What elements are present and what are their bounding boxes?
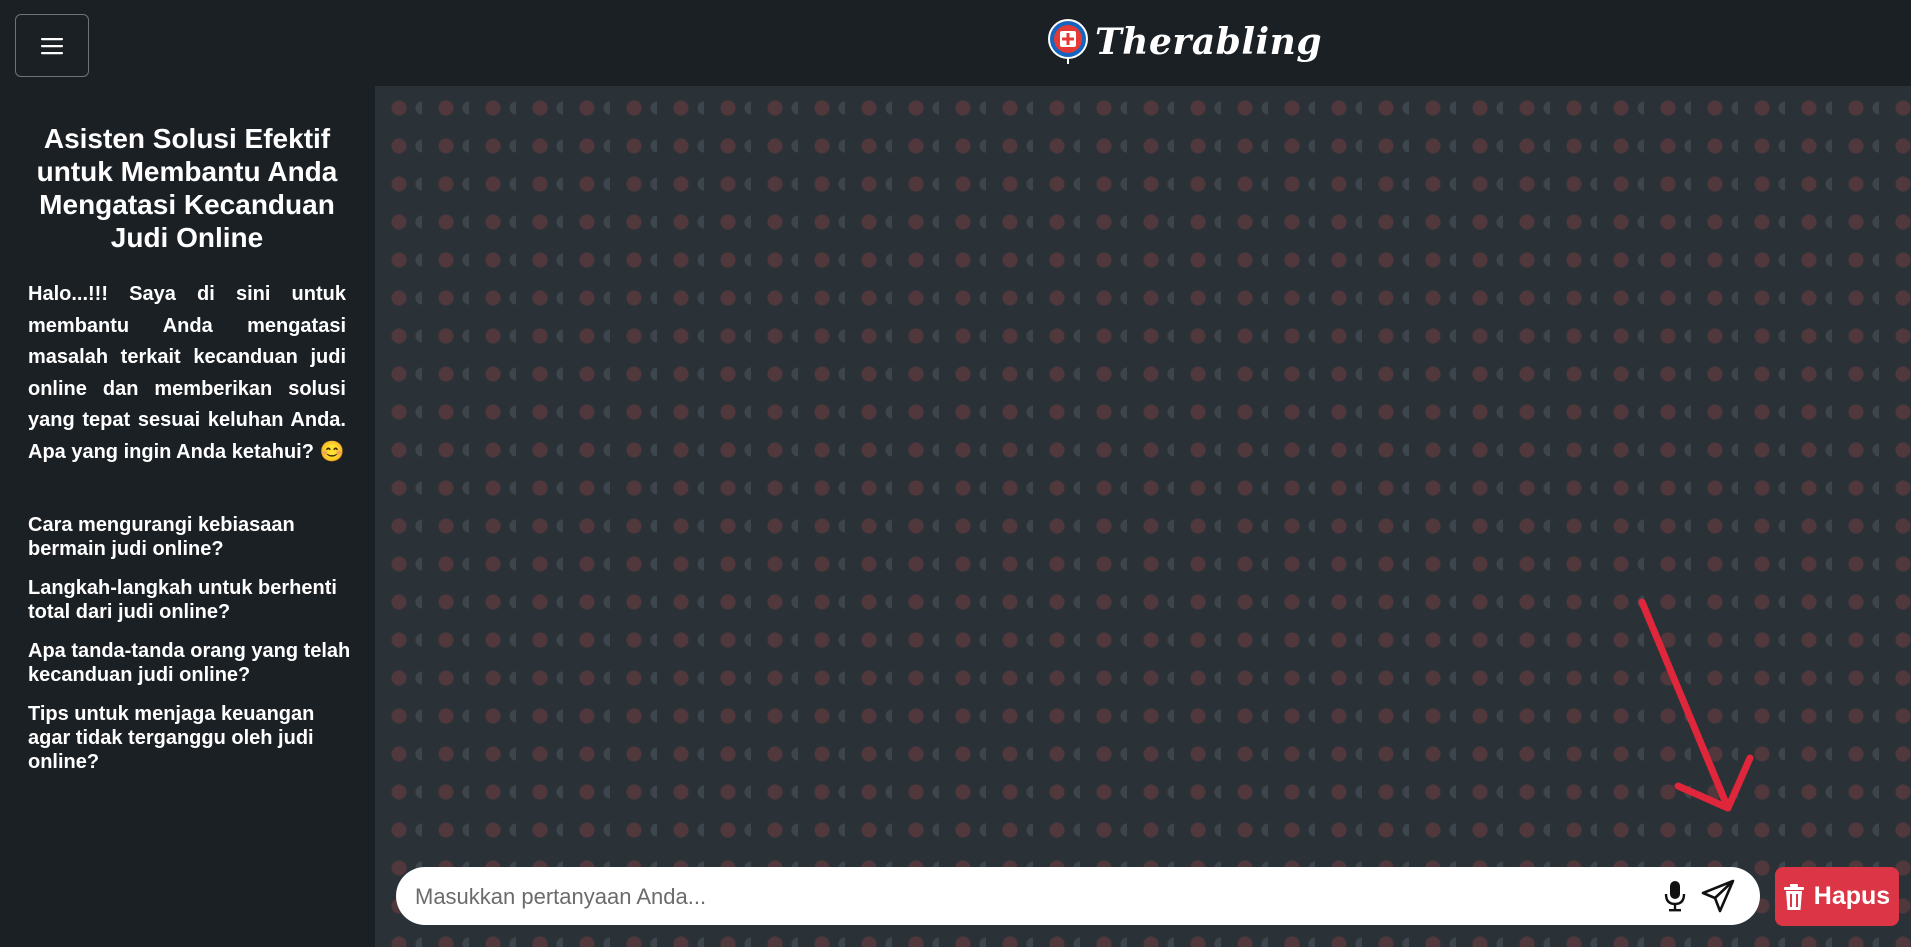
delete-button[interactable]: Hapus (1775, 867, 1899, 926)
suggestion-item[interactable]: Cara mengurangi kebiasaan bermain judi o… (28, 513, 358, 561)
hamburger-icon (41, 37, 63, 54)
chat-input-bar (396, 867, 1760, 927)
suggestion-item[interactable]: Tips untuk menjaga keuangan agar tidak t… (28, 702, 358, 774)
sidebar-intro: Halo...!!! Saya di sini untuk membantu A… (28, 283, 346, 463)
microphone-icon[interactable] (1664, 880, 1686, 912)
therabling-logo-icon (1048, 19, 1088, 64)
trash-icon (1783, 883, 1804, 910)
send-icon[interactable] (1701, 879, 1735, 913)
brand-name: Therabling (1095, 21, 1323, 63)
menu-toggle-button[interactable] (15, 14, 89, 77)
brand-logo[interactable]: Therabling (1047, 16, 1322, 68)
suggestion-list: Cara mengurangi kebiasaan bermain judi o… (28, 513, 358, 789)
sidebar-title: Asisten Solusi Efektif untuk Membantu An… (36, 123, 338, 253)
sidebar: Asisten Solusi Efektif untuk Membantu An… (0, 86, 375, 947)
delete-label: Hapus (1813, 882, 1891, 910)
chat-area (375, 86, 1911, 947)
top-navbar: Therabling (0, 0, 1911, 86)
chat-input[interactable] (413, 867, 1617, 927)
suggestion-item[interactable]: Apa tanda-tanda orang yang telah kecandu… (28, 639, 358, 687)
suggestion-item[interactable]: Langkah-langkah untuk berhenti total dar… (28, 576, 358, 624)
